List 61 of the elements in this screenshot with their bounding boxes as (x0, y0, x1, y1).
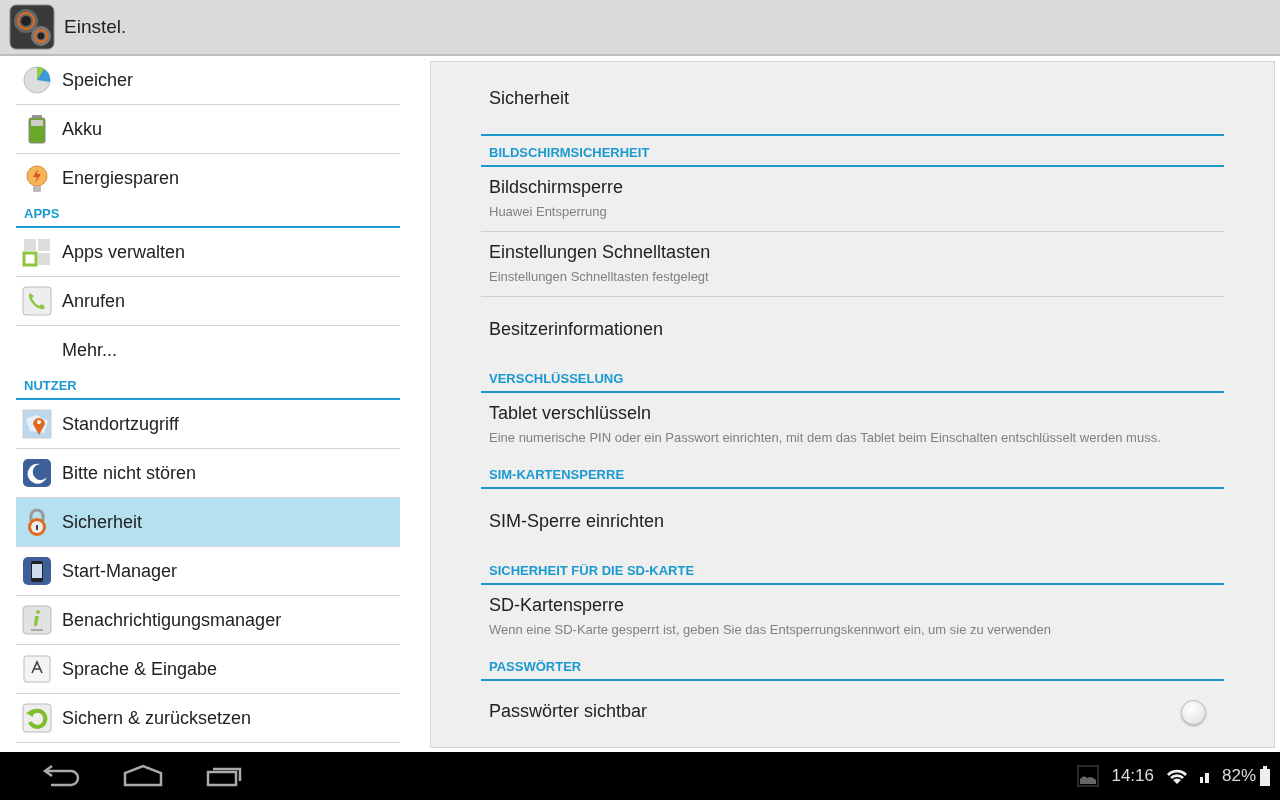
pie-chart-icon (22, 65, 52, 95)
sidebar-item[interactable]: Anrufen (16, 277, 400, 326)
clock: 14:16 (1111, 765, 1154, 788)
section-header: BILDSCHIRMSICHERHEIT (481, 140, 1224, 167)
setting-title[interactable]: Passwörter sichtbar (489, 701, 648, 723)
sidebar-item[interactable]: Speicher (16, 56, 400, 105)
section-header: APPS (16, 203, 400, 228)
section-header: SIM-KARTENSPERRE (481, 462, 1224, 489)
sidebar-item[interactable]: Akku (16, 105, 400, 154)
panel-title: Sicherheit (481, 62, 1224, 136)
sidebar-item[interactable]: Sicherheit (16, 498, 400, 547)
image-icon (1077, 765, 1100, 787)
item-label: Standortzugriff (62, 412, 179, 436)
battery-level: 82% (1221, 765, 1256, 788)
checkbox[interactable] (1181, 699, 1206, 725)
item-label: Benachrichtigungsmanager (62, 608, 282, 632)
item-label: Start-Manager (62, 559, 178, 583)
item-label: Sprache & Eingabe (62, 657, 218, 681)
setting-summary: Wenn eine SD-Karte gesperrt ist, geben Sie das Entsperrungskennwort ein, um sie zu verwenden (489, 621, 1052, 640)
item-label: Mehr... (62, 339, 118, 362)
setting-title[interactable]: SD-Kartensperre (489, 595, 1224, 618)
setting-title[interactable]: Besitzerinformationen (489, 318, 1224, 341)
battery-icon (1260, 766, 1270, 786)
setting-summary: Huawei Entsperrung (489, 202, 608, 221)
setting-title[interactable]: Bildschirmsperre (489, 176, 1224, 199)
home-icon[interactable] (121, 763, 165, 789)
map-pin-icon (22, 409, 52, 439)
item-label: Sichern & zurücksetzen (62, 706, 252, 730)
moon-icon (22, 458, 52, 488)
sidebar-item[interactable]: Benachrichtigungsmanager (16, 596, 400, 645)
sidebar-item[interactable]: Energiesparen (16, 154, 400, 203)
section-header: NUTZER (16, 375, 400, 400)
sidebar-item[interactable]: Mehr... (16, 326, 400, 375)
sidebar-item[interactable]: Sichern & zurücksetzen (16, 694, 400, 743)
setting-title[interactable]: SIM-Sperre einrichten (489, 510, 1224, 533)
item-label: Speicher (62, 68, 134, 92)
phone-screen-icon (22, 556, 52, 586)
item-label: Sicherheit (62, 510, 143, 534)
section-header: VERSCHLÜSSELUNG (481, 366, 1224, 393)
sidebar-item[interactable]: Apps verwalten (16, 228, 400, 277)
sidebar-item[interactable]: Start-Manager (16, 547, 400, 596)
wifi-icon (1165, 767, 1188, 785)
item-label: Apps verwalten (62, 240, 186, 264)
gears-icon (9, 4, 55, 50)
setting-summary: Eine numerische PIN oder ein Passwort einrichten, mit dem das Tablet beim Einschalten entschlüsselt werden muss. (489, 429, 1162, 448)
item-label: Energiesparen (62, 167, 180, 190)
setting-title[interactable]: Tablet verschlüsseln (489, 403, 1224, 426)
setting-title[interactable]: Einstellungen Schnelltasten (489, 241, 1224, 264)
sidebar-item[interactable]: Standortzugriff (16, 400, 400, 449)
item-label: Bitte nicht stören (62, 461, 197, 485)
item-label: Akku (62, 117, 103, 141)
setting-summary: Einstellungen Schnelltasten festgelegt (489, 267, 710, 286)
section-header: SICHERHEIT FÜR DIE SD-KARTE (481, 558, 1224, 585)
sidebar-item[interactable]: Sprache & Eingabe (16, 645, 400, 694)
info-icon (22, 605, 52, 635)
phone-icon (22, 286, 52, 316)
grid-icon (22, 237, 52, 267)
item-label: Anrufen (62, 289, 126, 313)
app-title: Einstel. (64, 14, 127, 39)
section-header: PASSWÖRTER (481, 654, 1224, 681)
keyboard-key-icon (22, 654, 52, 684)
